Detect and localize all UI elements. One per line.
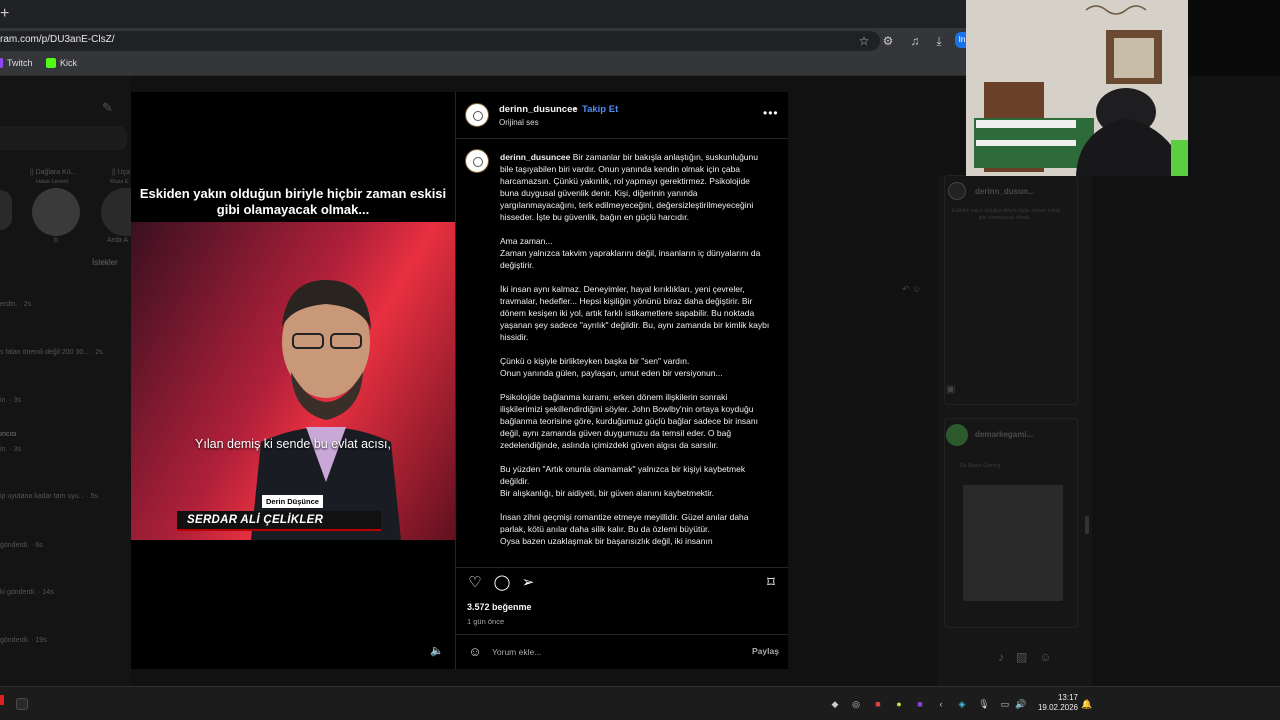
notification-icon[interactable]: 🔔: [1081, 698, 1093, 710]
address-bar[interactable]: [0, 31, 880, 51]
share-icon[interactable]: ➢: [519, 574, 537, 592]
caption-paragraph: Ama zaman... Zaman yalnızca takvim yapra…: [500, 236, 761, 270]
emoji-icon[interactable]: ☺: [467, 644, 483, 660]
caption-paragraph: Psikolojide bağlanma kuramı, erken dönem…: [500, 392, 758, 450]
caption-paragraph: İki insan aynı kalmaz. Deneyimler, hayal…: [500, 284, 770, 342]
feed-card-image[interactable]: [963, 485, 1063, 601]
post-caption: derinn_dusuncee Bir zamanlar bir bakışla…: [500, 151, 770, 566]
video-title-overlay: Eskiden yakın olduğun biriyle hiçbir zam…: [139, 186, 447, 217]
channel-badge: Derin Düşünce: [262, 495, 323, 508]
story-name: Arda A: [107, 237, 129, 244]
caption-paragraph: Bu yüzden "Artık onunla olamamak" yalnız…: [500, 464, 746, 498]
comment-input[interactable]: [492, 645, 732, 659]
audio-link[interactable]: Orijinal ses: [499, 118, 539, 127]
tray-app-icon[interactable]: ●: [893, 698, 905, 710]
story-name: b: [54, 237, 58, 244]
video-subtitle: Yılan demiş ki sende bu evlat acısı,: [195, 437, 391, 451]
more-options-icon[interactable]: •••: [763, 106, 779, 120]
chat-row[interactable]: erdin. · 2s: [0, 301, 31, 308]
download-icon[interactable]: ⤓: [931, 33, 947, 49]
tray-app-icon[interactable]: ◈: [956, 698, 968, 710]
avatar: [948, 182, 966, 200]
avatar[interactable]: [465, 149, 489, 173]
post-username[interactable]: derinn_dusuncee: [499, 104, 578, 115]
post-header: [455, 92, 788, 139]
feed-card-user[interactable]: derinn_dusun...: [975, 187, 1035, 196]
reply-icon[interactable]: ↶ ☺: [902, 284, 921, 295]
follow-button[interactable]: Takip Et: [582, 104, 618, 115]
story-avatar[interactable]: [32, 188, 80, 236]
divider: [455, 634, 788, 635]
bookmark-label: Twitch: [7, 58, 33, 68]
tray-app-icon[interactable]: ◎: [850, 698, 862, 710]
bookmark-star-icon[interactable]: ☆: [856, 33, 872, 49]
taskbar-clock[interactable]: 13:17 19.02.2026: [1036, 693, 1078, 713]
comment-icon[interactable]: ◯: [493, 574, 511, 592]
microphone-icon[interactable]: 🎙: [978, 698, 990, 710]
like-icon[interactable]: ♡: [466, 574, 484, 592]
post-timestamp: 1 gün önce: [467, 617, 505, 626]
save-icon[interactable]: ⌑: [762, 574, 780, 592]
caption-paragraph: İnsan zihni geçmişi romantize etmeye mey…: [500, 512, 749, 546]
story-title: || Uça: [112, 169, 131, 176]
bookmark-kick[interactable]: Kick: [46, 58, 77, 68]
feed-card-user[interactable]: demarkegami...: [975, 430, 1033, 439]
like-count[interactable]: 3.572 beğenme: [467, 602, 532, 612]
story-avatar[interactable]: [0, 190, 12, 230]
tray-app-icon[interactable]: ■: [872, 698, 884, 710]
twitch-icon: [0, 58, 3, 68]
taskbar-app-icon[interactable]: [16, 698, 28, 710]
compose-icon[interactable]: ✎: [102, 100, 118, 116]
chat-row[interactable]: in. · 3s: [0, 397, 21, 404]
story-title: || Dağlara Kü...: [30, 169, 77, 176]
feed-card-text: Eskiden yakın olduğun biriyle hiçbir zam…: [951, 208, 1061, 221]
taskbar-app-icon[interactable]: [0, 695, 4, 705]
caption-username[interactable]: derinn_dusuncee: [500, 152, 570, 162]
reels-icon[interactable]: ▣: [946, 384, 960, 398]
extension-icon[interactable]: ⚙: [880, 33, 896, 49]
chat-row[interactable]: gönderdi. · 19s: [0, 637, 47, 644]
bookmark-label: Kick: [60, 58, 78, 68]
scrollbar-thumb[interactable]: [1085, 516, 1089, 534]
tab-strip: [0, 0, 966, 28]
chat-row[interactable]: ıncısı: [0, 431, 17, 438]
clock-date: 19.02.2026: [1037, 703, 1078, 712]
caption-paragraph: Çünkü o kişiyle birlikteyken başka bir "…: [500, 356, 723, 378]
speaker-icon[interactable]: 🔊: [1015, 698, 1027, 710]
webcam-overlay: [966, 0, 1188, 176]
requests-link[interactable]: İstekler: [92, 258, 118, 267]
story-subtitle: Musa E: [110, 179, 129, 185]
chat-row[interactable]: s falan önemli değil 200 30... · 2s: [0, 349, 103, 356]
bookmarks-bar: [0, 54, 966, 76]
bookmark-twitch[interactable]: Twitch: [0, 58, 33, 68]
post-comment-button[interactable]: Paylaş: [752, 646, 779, 656]
caption-paragraph: derinn_dusuncee Bir zamanlar bir bakışla…: [500, 152, 758, 222]
message-tools-icon[interactable]: ♪▨☺: [998, 650, 1064, 664]
speaker-name: SERDAR ALİ ÇELİKLER: [187, 514, 324, 526]
separator: •: [574, 104, 578, 114]
chat-row[interactable]: ip uyutana kadar tam uyu... · 5s: [0, 493, 98, 500]
kick-icon: [46, 58, 56, 68]
network-icon[interactable]: ▭: [999, 698, 1011, 710]
video-player[interactable]: [131, 222, 455, 540]
url-text[interactable]: ram.com/p/DU3anE-ClsZ/: [0, 34, 114, 45]
avatar[interactable]: [465, 103, 489, 127]
tray-app-icon[interactable]: ‹: [935, 698, 947, 710]
chat-row[interactable]: in. · 3s: [0, 446, 21, 453]
clock-time: 13:17: [1057, 693, 1078, 702]
divider: [455, 567, 788, 568]
avatar: [946, 424, 968, 446]
feed-card-sub: De Marke Gaming: [960, 463, 1001, 469]
volume-icon[interactable]: 🔈: [429, 644, 445, 660]
tray-app-icon[interactable]: ■: [914, 698, 926, 710]
new-tab-button[interactable]: +: [0, 4, 14, 24]
story-subtitle: Haluk Levent: [36, 179, 69, 185]
webcam-image: [966, 0, 1188, 176]
chat-row[interactable]: gönderdi. · 6s: [0, 542, 43, 549]
media-control-icon[interactable]: ♫: [907, 33, 923, 49]
chat-row[interactable]: ki gönderdi. · 14s: [0, 589, 54, 596]
steam-icon[interactable]: ◆: [829, 698, 841, 710]
messages-search[interactable]: [0, 126, 127, 150]
